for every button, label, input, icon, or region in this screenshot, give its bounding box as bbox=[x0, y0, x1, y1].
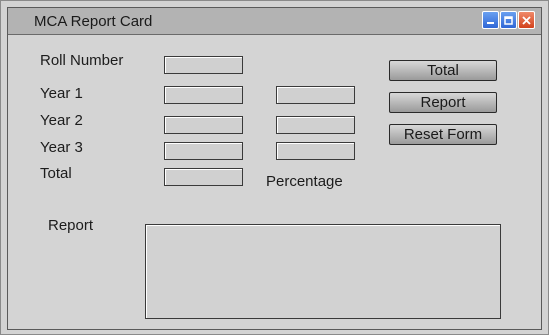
year2-percent-field[interactable] bbox=[276, 116, 355, 134]
total-label: Total bbox=[40, 165, 72, 182]
maximize-icon[interactable] bbox=[500, 11, 517, 29]
report-label: Report bbox=[48, 217, 94, 234]
roll-number-label: Roll Number bbox=[40, 52, 124, 69]
year1-field[interactable] bbox=[164, 86, 243, 104]
year3-field[interactable] bbox=[164, 142, 243, 160]
year2-label: Year 2 bbox=[40, 112, 83, 129]
window-controls bbox=[482, 11, 535, 31]
title-bar[interactable]: MCA Report Card bbox=[8, 8, 541, 35]
percentage-label: Percentage bbox=[266, 173, 343, 190]
total-field[interactable] bbox=[164, 168, 243, 186]
app-window: MCA Report Card Roll Number Year 1 Year … bbox=[0, 0, 549, 335]
year3-label: Year 3 bbox=[40, 139, 83, 156]
close-icon[interactable] bbox=[518, 11, 535, 29]
report-button[interactable]: Report bbox=[389, 92, 497, 113]
year3-percent-field[interactable] bbox=[276, 142, 355, 160]
year2-field[interactable] bbox=[164, 116, 243, 134]
report-textarea[interactable] bbox=[145, 224, 501, 319]
reset-form-button[interactable]: Reset Form bbox=[389, 124, 497, 145]
window-frame: MCA Report Card Roll Number Year 1 Year … bbox=[7, 7, 542, 330]
total-button[interactable]: Total bbox=[389, 60, 497, 81]
minimize-icon[interactable] bbox=[482, 11, 499, 29]
roll-number-field[interactable] bbox=[164, 56, 243, 74]
window-title: MCA Report Card bbox=[34, 13, 153, 30]
year1-percent-field[interactable] bbox=[276, 86, 355, 104]
year1-label: Year 1 bbox=[40, 85, 83, 102]
